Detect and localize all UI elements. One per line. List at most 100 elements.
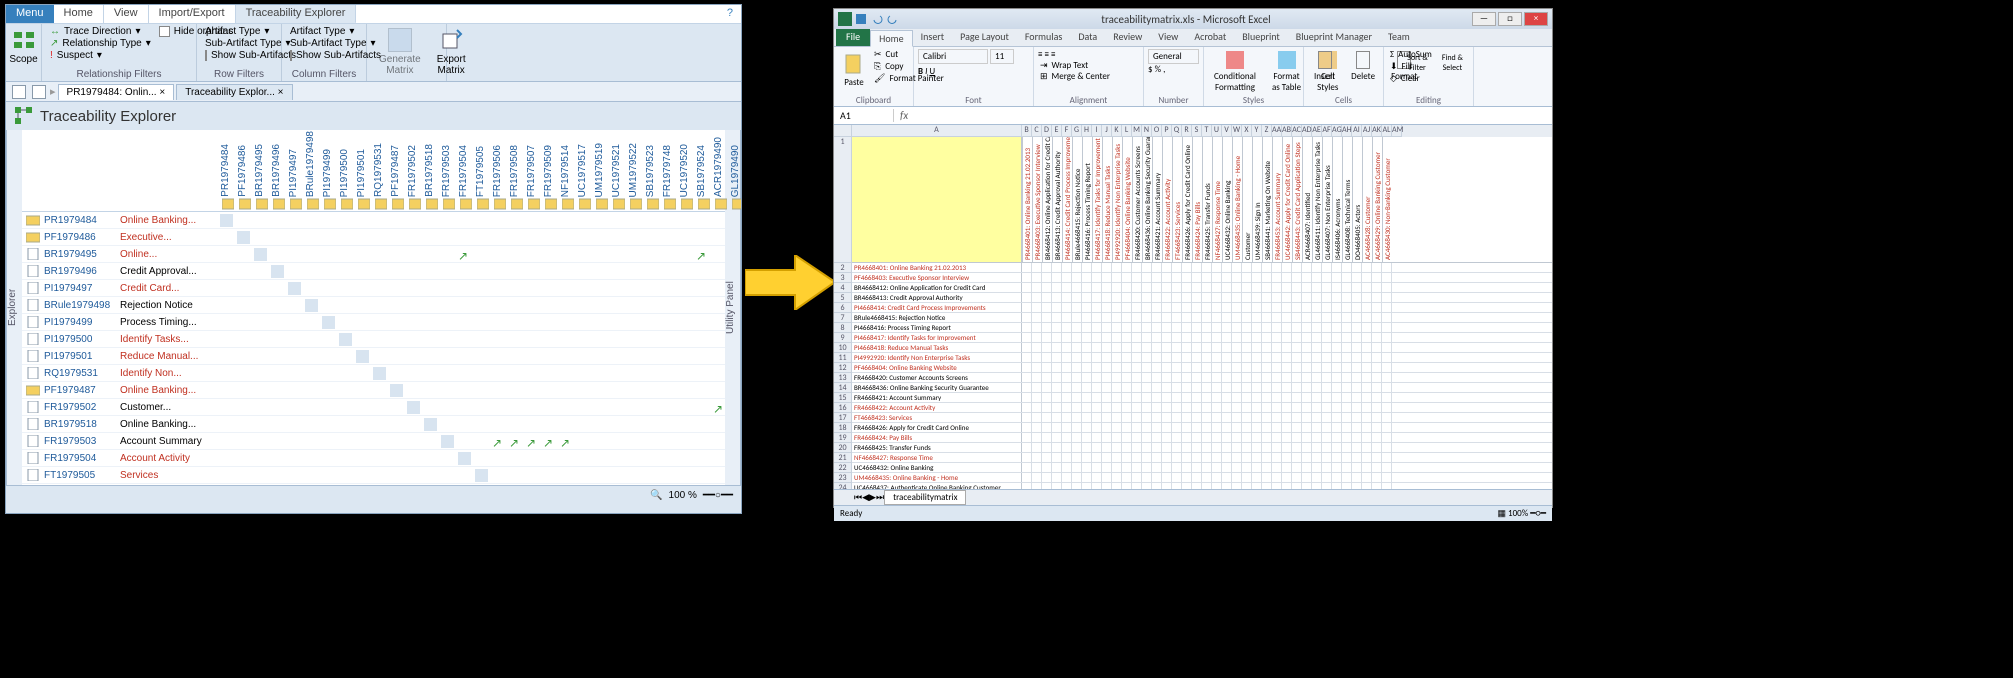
cell[interactable] — [1132, 473, 1142, 482]
table-row[interactable]: BRule1979498Rejection Notice — [22, 297, 725, 314]
cell[interactable] — [1182, 453, 1192, 462]
cell[interactable] — [1162, 413, 1172, 422]
cell[interactable] — [1202, 483, 1212, 489]
nav-last-icon[interactable]: ⏭ — [876, 492, 884, 503]
cell[interactable] — [1232, 403, 1242, 412]
cell[interactable] — [1262, 263, 1272, 272]
cell[interactable] — [1322, 413, 1332, 422]
cell[interactable] — [1052, 373, 1062, 382]
cell[interactable] — [1152, 263, 1162, 272]
cell[interactable] — [1062, 423, 1072, 432]
cell[interactable] — [1242, 263, 1252, 272]
col-header[interactable]: AD — [1302, 125, 1312, 137]
cell[interactable] — [1382, 423, 1392, 432]
cell[interactable] — [1142, 333, 1152, 342]
data-tab[interactable]: Data — [1070, 29, 1105, 46]
cell[interactable] — [1362, 453, 1372, 462]
cell[interactable] — [1372, 263, 1382, 272]
cell[interactable] — [1262, 373, 1272, 382]
cell[interactable] — [1282, 443, 1292, 452]
cell[interactable] — [1142, 423, 1152, 432]
worksheet[interactable]: ABCDEFGHIJKLMNOPQRSTUVWXYZAAABACADAEAFAG… — [834, 125, 1552, 489]
col-header[interactable]: FR1979504 — [458, 145, 475, 197]
cell[interactable] — [1082, 263, 1092, 272]
cell[interactable] — [1262, 283, 1272, 292]
cell[interactable] — [1192, 423, 1202, 432]
cell[interactable] — [1322, 383, 1332, 392]
cell[interactable] — [1242, 473, 1252, 482]
cell[interactable] — [1182, 273, 1192, 282]
cell[interactable] — [1032, 293, 1042, 302]
cell[interactable] — [1322, 263, 1332, 272]
vertical-header-cell[interactable]: PI4668417: Identify Tasks for Improvemen… — [1092, 137, 1102, 262]
insert-cell-button[interactable]: Insert — [1308, 49, 1341, 84]
cell[interactable] — [1382, 383, 1392, 392]
vertical-header-cell[interactable]: FR4668422: Account Activity — [1162, 137, 1172, 262]
cell[interactable] — [1372, 333, 1382, 342]
vertical-header-cell[interactable]: UM4668439: Sign In — [1252, 137, 1262, 262]
cell[interactable] — [1322, 363, 1332, 372]
cell[interactable] — [1252, 453, 1262, 462]
cell[interactable] — [1262, 433, 1272, 442]
cell[interactable] — [1032, 363, 1042, 372]
cell[interactable] — [1362, 353, 1372, 362]
cell[interactable] — [1172, 393, 1182, 402]
cell[interactable] — [1142, 263, 1152, 272]
col-header[interactable]: PI1979500 — [339, 149, 356, 197]
cell[interactable] — [1062, 413, 1072, 422]
cell[interactable] — [1022, 323, 1032, 332]
cell[interactable] — [1232, 463, 1242, 472]
cell[interactable] — [1332, 413, 1342, 422]
cell[interactable] — [1182, 393, 1192, 402]
vertical-header-cell[interactable]: UC4668432: Online Banking — [1222, 137, 1232, 262]
cell[interactable] — [1152, 443, 1162, 452]
cell[interactable] — [1112, 463, 1122, 472]
cell[interactable] — [1332, 333, 1342, 342]
cell[interactable] — [1282, 433, 1292, 442]
cell[interactable] — [1112, 473, 1122, 482]
cell[interactable] — [1342, 283, 1352, 292]
cell[interactable] — [1062, 283, 1072, 292]
cell[interactable] — [1342, 343, 1352, 352]
cell[interactable] — [1042, 483, 1052, 489]
cell[interactable] — [1102, 483, 1112, 489]
cell[interactable] — [1042, 393, 1052, 402]
cell[interactable] — [1252, 463, 1262, 472]
row-header[interactable]: 22 — [834, 463, 852, 473]
vertical-header-cell[interactable]: SB4668443: Credit Card Application Steps — [1292, 137, 1302, 262]
cell[interactable] — [1272, 373, 1282, 382]
table-row[interactable]: PI1979499Process Timing... — [22, 314, 725, 331]
cell[interactable] — [1142, 483, 1152, 489]
cell[interactable] — [1072, 363, 1082, 372]
cell[interactable] — [1172, 373, 1182, 382]
cell[interactable] — [1372, 353, 1382, 362]
row-sub-artifact[interactable]: Sub-Artifact Type▾ — [203, 38, 275, 49]
home-tab[interactable]: Home — [870, 30, 912, 47]
col-header[interactable]: ACR1979490 — [713, 137, 730, 197]
cell[interactable] — [1362, 263, 1372, 272]
cell[interactable] — [1132, 443, 1142, 452]
blueprint-mgr-tab[interactable]: Blueprint Manager — [1288, 29, 1380, 46]
cell[interactable] — [1062, 483, 1072, 489]
cell[interactable] — [1332, 343, 1342, 352]
cell[interactable] — [1062, 443, 1072, 452]
cell[interactable] — [1042, 353, 1052, 362]
cell[interactable] — [1362, 463, 1372, 472]
cell[interactable] — [1272, 403, 1282, 412]
cell[interactable] — [1092, 483, 1102, 489]
cell[interactable] — [1322, 353, 1332, 362]
cell[interactable] — [1282, 373, 1292, 382]
cell[interactable] — [1212, 273, 1222, 282]
cell[interactable] — [1232, 273, 1242, 282]
cell[interactable] — [1102, 383, 1112, 392]
cell[interactable] — [1092, 463, 1102, 472]
cell[interactable] — [1322, 323, 1332, 332]
cell[interactable] — [1302, 383, 1312, 392]
cell[interactable] — [1272, 353, 1282, 362]
cell[interactable] — [1292, 343, 1302, 352]
cell[interactable] — [1362, 303, 1372, 312]
cell[interactable] — [1262, 323, 1272, 332]
cell[interactable] — [1312, 273, 1322, 282]
zoom-out-icon[interactable]: 🔍 — [650, 490, 662, 501]
row-header[interactable]: 2 — [834, 263, 852, 273]
